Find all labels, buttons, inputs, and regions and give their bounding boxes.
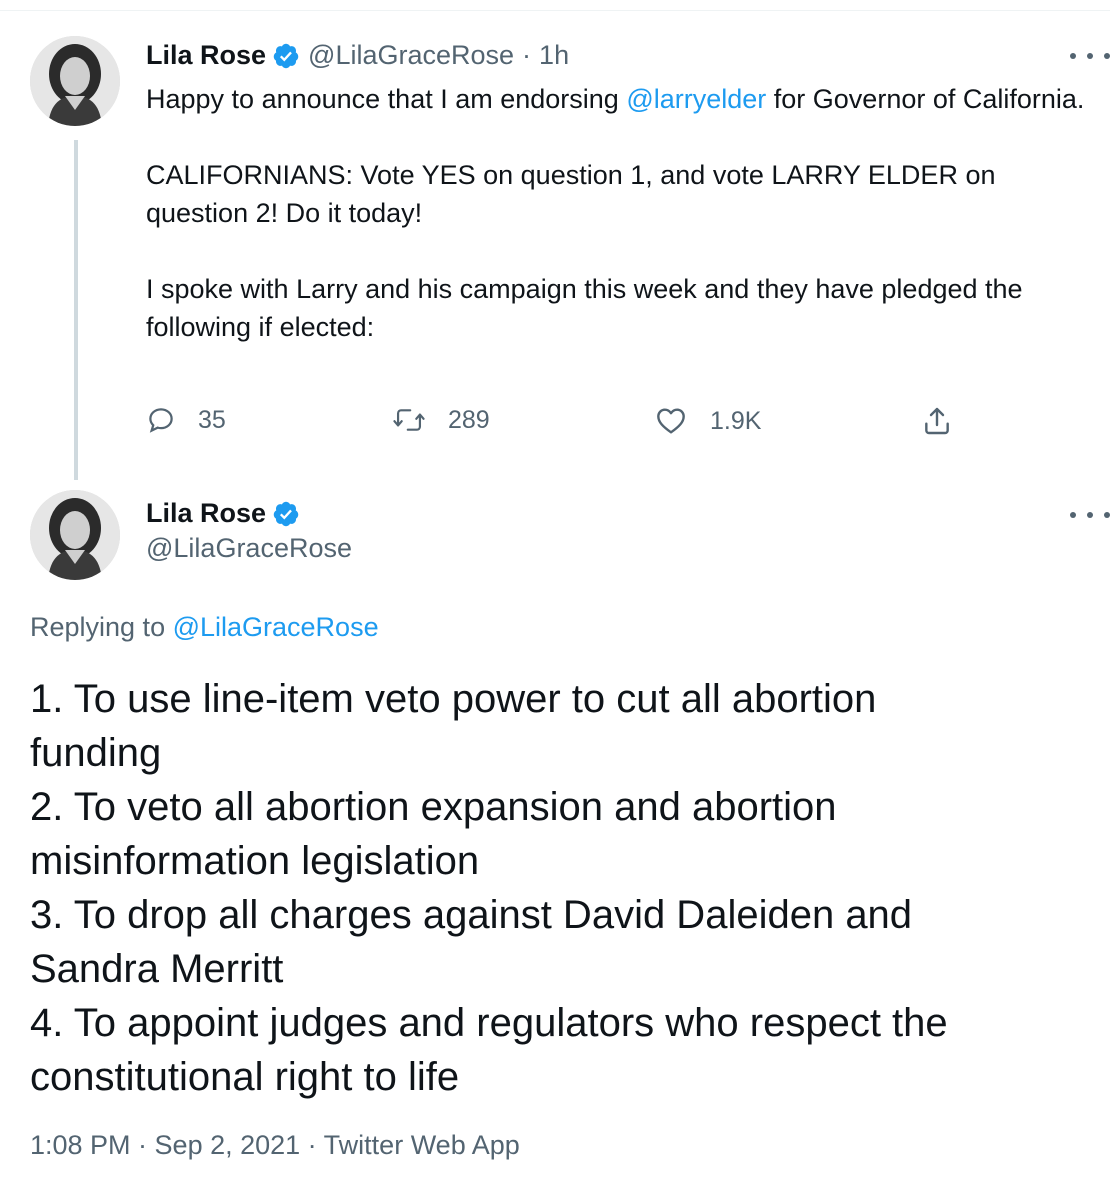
- author-handle[interactable]: @LilaGraceRose: [146, 533, 352, 564]
- replying-to: Replying to @LilaGraceRose: [30, 612, 379, 643]
- share-icon: [925, 407, 949, 435]
- share-button[interactable]: [921, 405, 975, 437]
- tweet-paragraph: I spoke with Larry and his campaign this…: [146, 274, 1023, 342]
- tweet-text-part: for Governor of California.: [766, 84, 1085, 114]
- verified-badge-icon: [273, 43, 299, 68]
- top-divider: [0, 10, 1110, 11]
- retweet-count: 289: [448, 405, 490, 434]
- reply-count: 35: [198, 405, 226, 434]
- verified-badge-icon: [273, 501, 299, 526]
- like-button[interactable]: 1.9K: [654, 405, 761, 437]
- tweet-header: Lila Rose: [146, 498, 308, 529]
- avatar[interactable]: [30, 36, 120, 126]
- more-options-icon[interactable]: [1070, 505, 1110, 525]
- tweet-paragraph: CALIFORNIANS: Vote YES on question 1, an…: [146, 160, 996, 228]
- pledge-item: 3. To drop all charges against David Dal…: [30, 893, 913, 991]
- tweet-footer: 1:08 PM · Sep 2, 2021 · Twitter Web App: [30, 1130, 520, 1160]
- replying-prefix: Replying to: [30, 612, 173, 642]
- reply-button[interactable]: 35: [146, 405, 226, 435]
- avatar[interactable]: [30, 490, 120, 580]
- retweet-button[interactable]: 289: [392, 405, 490, 435]
- retweet-icon: [393, 409, 425, 431]
- tweet-time[interactable]: 1h: [539, 40, 569, 71]
- heart-icon: [657, 408, 685, 434]
- replying-to-link[interactable]: @LilaGraceRose: [173, 612, 379, 642]
- thread-connector-line: [74, 140, 78, 480]
- pledge-item: 4. To appoint judges and regulators who …: [30, 1001, 948, 1099]
- author-name[interactable]: Lila Rose: [146, 498, 266, 529]
- separator-dot: ·: [522, 40, 532, 70]
- tweet-text-part: Happy to announce that I am endorsing: [146, 84, 627, 114]
- tweet-header: Lila Rose @LilaGraceRose · 1h: [146, 40, 569, 71]
- author-name[interactable]: Lila Rose: [146, 40, 266, 71]
- tweet-actions: 35 289 1.9K: [146, 405, 966, 449]
- reply-icon: [149, 408, 173, 433]
- mention-link[interactable]: @larryelder: [626, 84, 766, 114]
- more-options-icon[interactable]: [1070, 46, 1110, 66]
- tweet-text: Happy to announce that I am endorsing @l…: [146, 80, 1091, 346]
- pledge-item: 1. To use line-item veto power to cut al…: [30, 677, 877, 775]
- author-handle[interactable]: @LilaGraceRose: [308, 40, 514, 71]
- tweet-text: 1. To use line-item veto power to cut al…: [30, 672, 1090, 1104]
- like-count: 1.9K: [710, 406, 762, 435]
- pledge-item: 2. To veto all abortion expansion and ab…: [30, 785, 837, 883]
